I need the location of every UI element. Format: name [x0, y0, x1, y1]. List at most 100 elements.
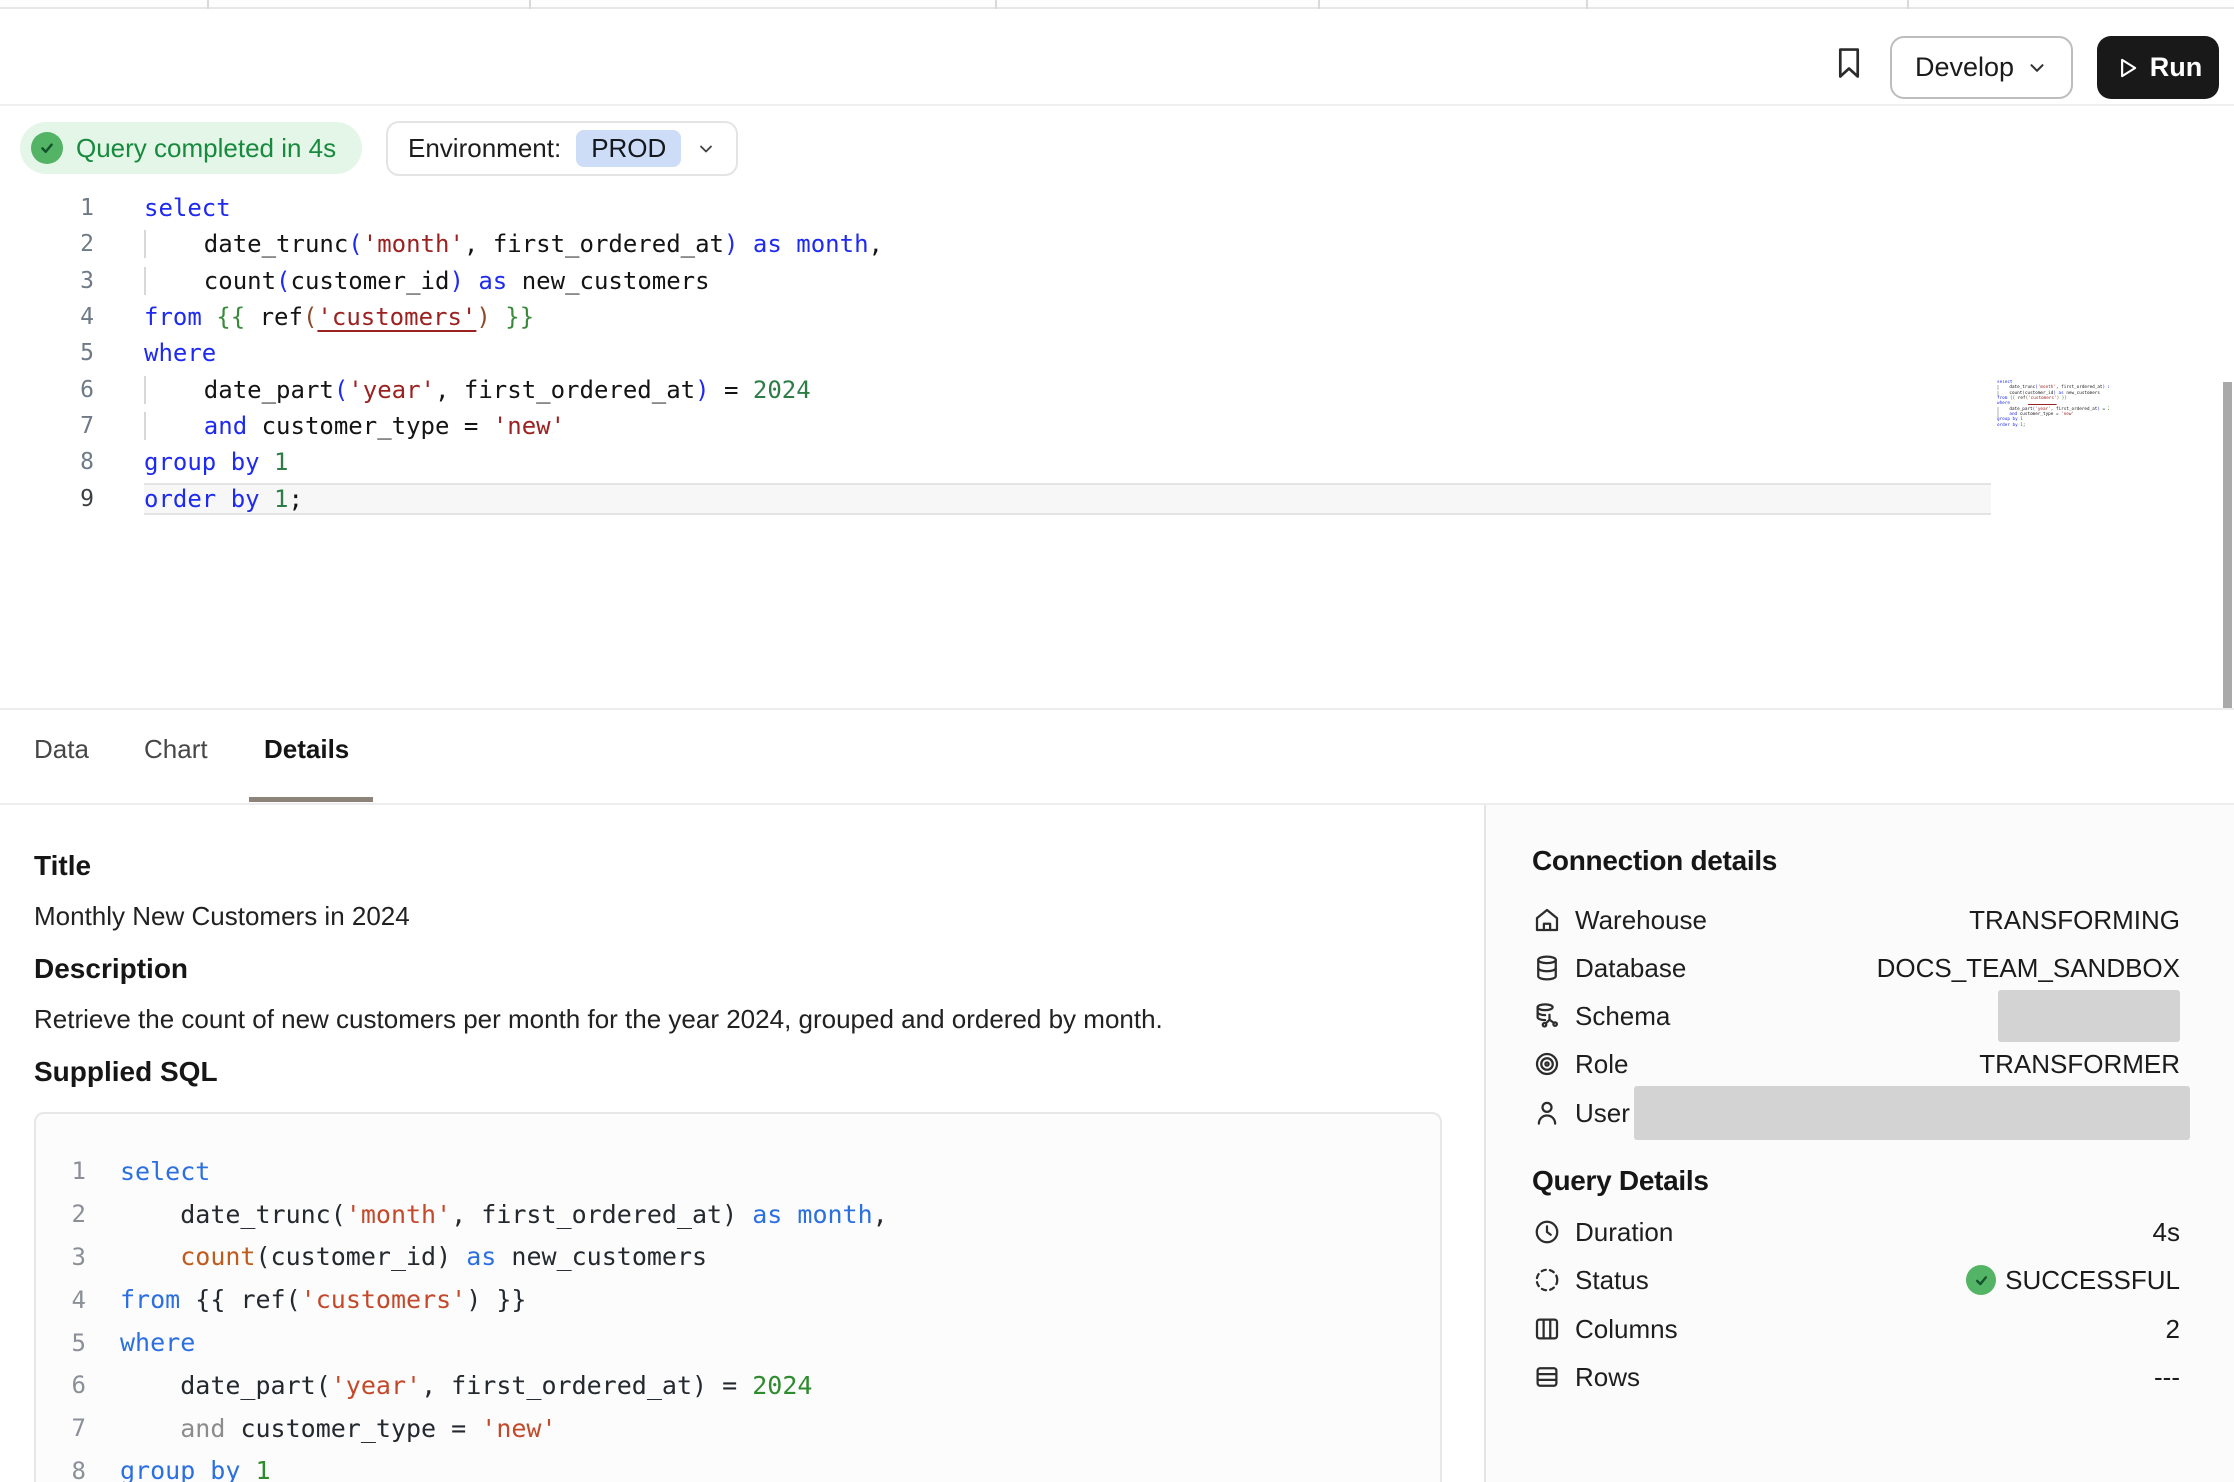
develop-dropdown-button[interactable]: Develop: [1890, 36, 2073, 99]
status-icon: [1532, 1265, 1562, 1295]
line-number: 1: [36, 1157, 86, 1185]
query-status-pill: Query completed in 4s: [20, 122, 362, 174]
code-line: 2 date_trunc('month', first_ordered_at) …: [36, 1193, 1440, 1236]
line-number: 8: [0, 449, 94, 475]
description-value: Retrieve the count of new customers per …: [34, 1004, 1163, 1035]
supplied-sql-heading: Supplied SQL: [34, 1056, 218, 1088]
duration-icon: [1532, 1217, 1562, 1247]
user-icon: [1532, 1098, 1562, 1128]
environment-selector[interactable]: Environment: PROD: [386, 121, 738, 176]
warehouse-value: TRANSFORMING: [1969, 905, 2180, 936]
code-line: 1select: [0, 190, 2234, 226]
code-line: 4from {{ ref('customers') }}: [36, 1278, 1440, 1321]
line-number: 4: [36, 1286, 86, 1314]
line-number: 3: [0, 268, 94, 294]
duration-value: 4s: [2153, 1217, 2180, 1248]
bookmark-icon[interactable]: [1830, 37, 1868, 89]
line-number: 4: [0, 304, 94, 330]
environment-value-pill: PROD: [576, 130, 681, 167]
code-line: 3 count(customer_id) as new_customers: [36, 1236, 1440, 1279]
run-button[interactable]: Run: [2097, 36, 2219, 99]
code-line: 9order by 1;: [0, 480, 2234, 516]
description-heading: Description: [34, 953, 188, 985]
warehouse-row: Warehouse TRANSFORMING: [1532, 896, 2180, 944]
line-number: 8: [36, 1457, 86, 1482]
rows-value: ---: [2154, 1362, 2180, 1393]
code-line: order by 1;: [1997, 422, 2109, 427]
role-label: Role: [1575, 1049, 1628, 1080]
tab-details[interactable]: Details: [264, 734, 349, 765]
editor-code-lines: 1select2 date_trunc('month', first_order…: [0, 178, 2234, 517]
database-row: Database DOCS_TEAM_SANDBOX: [1532, 944, 2180, 992]
code-line: 7 and customer_type = 'new': [36, 1407, 1440, 1450]
line-number: 7: [36, 1414, 86, 1442]
duration-row: Duration 4s: [1532, 1208, 2180, 1256]
rows-label: Rows: [1575, 1362, 1640, 1393]
code-line: 6 date_part('year', first_ordered_at) = …: [0, 371, 2234, 407]
code-line: 3 count(customer_id) as new_customers: [0, 263, 2234, 299]
active-tab-underline: [249, 797, 373, 802]
environment-label: Environment:: [408, 133, 561, 164]
database-icon: [1532, 953, 1562, 983]
line-number: 1: [0, 195, 94, 221]
line-number: 9: [0, 486, 94, 512]
schema-row: Schema: [1532, 992, 2180, 1040]
query-status-text: Query completed in 4s: [76, 133, 336, 164]
status-label: Status: [1575, 1265, 1649, 1296]
code-line: 5where: [36, 1321, 1440, 1364]
browser-tab-strip: [0, 0, 2234, 9]
title-value: Monthly New Customers in 2024: [34, 901, 410, 932]
duration-label: Duration: [1575, 1217, 1673, 1248]
code-line: 4from {{ ref('customers') }}: [0, 299, 2234, 335]
line-number: 5: [36, 1329, 86, 1357]
line-number: 6: [36, 1371, 86, 1399]
role-icon: [1532, 1049, 1562, 1079]
play-icon: [2114, 55, 2140, 81]
warehouse-label: Warehouse: [1575, 905, 1707, 936]
run-label: Run: [2150, 52, 2202, 83]
status-row: Status SUCCESSFUL: [1532, 1256, 2180, 1304]
role-value: TRANSFORMER: [1979, 1049, 2180, 1080]
code-line: 6 date_part('year', first_ordered_at) = …: [36, 1364, 1440, 1407]
user-row: User: [1532, 1089, 2180, 1137]
supplied-sql-code: 1select2 date_trunc('month', first_order…: [36, 1150, 1440, 1482]
tab-divider: [995, 0, 997, 9]
rows-row: Rows ---: [1532, 1353, 2180, 1401]
tab-divider: [1586, 0, 1588, 9]
role-row: Role TRANSFORMER: [1532, 1040, 2180, 1088]
line-number: 7: [0, 413, 94, 439]
tab-divider: [1907, 0, 1909, 9]
database-label: Database: [1575, 953, 1686, 984]
develop-label: Develop: [1915, 52, 2014, 83]
code-line: 5where: [0, 335, 2234, 371]
results-tabbar: Data Chart Details: [0, 710, 2234, 803]
tab-divider: [1318, 0, 1320, 9]
columns-row: Columns2: [1532, 1305, 2180, 1353]
code-line: 8group by 1: [0, 444, 2234, 480]
schema-icon: [1532, 1001, 1562, 1031]
line-number: 5: [0, 340, 94, 366]
connection-details-heading: Connection details: [1532, 845, 1777, 877]
tab-divider: [207, 0, 209, 9]
database-value: DOCS_TEAM_SANDBOX: [1877, 953, 2180, 984]
tab-chart[interactable]: Chart: [144, 734, 208, 765]
line-number: 2: [36, 1200, 86, 1228]
line-number: 3: [36, 1243, 86, 1271]
code-line: 1select: [36, 1150, 1440, 1193]
rows-icon: [1532, 1362, 1562, 1392]
user-redacted-value: [1634, 1086, 2190, 1140]
code-line: 8group by 1: [36, 1450, 1440, 1482]
title-heading: Title: [34, 850, 91, 882]
editor-minimap[interactable]: select date_trunc('month', first_ordered…: [1997, 380, 2109, 440]
schema-redacted-value: [1998, 990, 2180, 1042]
sql-editor[interactable]: 1select2 date_trunc('month', first_order…: [0, 178, 2234, 708]
status-value: SUCCESSFUL: [2005, 1265, 2180, 1296]
code-line: 2 date_trunc('month', first_ordered_at) …: [0, 226, 2234, 262]
columns-label: Columns: [1575, 1314, 1678, 1345]
warehouse-icon: [1532, 905, 1562, 935]
success-check-icon: [31, 132, 63, 164]
query-details-heading: Query Details: [1532, 1165, 1709, 1197]
toolbar: Develop Run: [0, 11, 2234, 106]
tab-data[interactable]: Data: [34, 734, 89, 765]
columns-icon: [1532, 1314, 1562, 1344]
